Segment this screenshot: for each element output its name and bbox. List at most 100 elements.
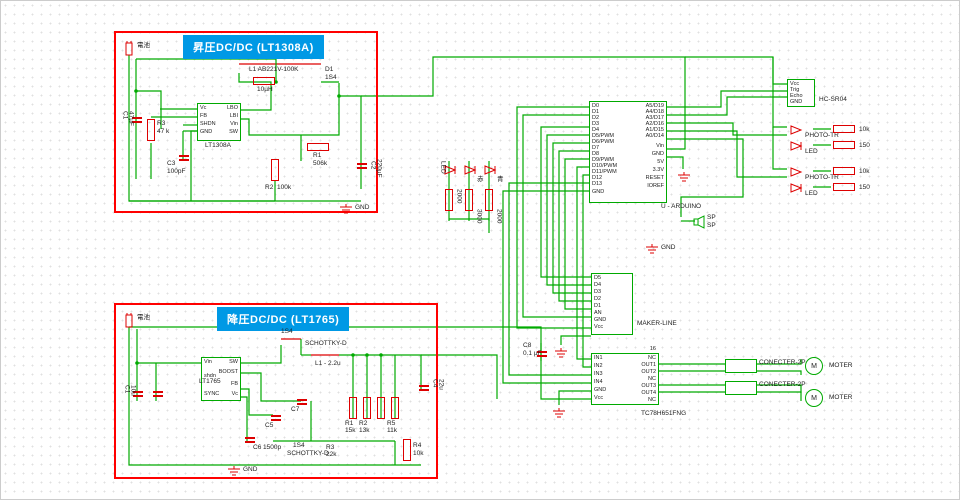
c7-ref: C7 (291, 407, 299, 414)
sp-label: SP (707, 215, 716, 222)
photo1: PHOTO-TR (805, 133, 839, 140)
c3-val: 100pF (167, 169, 185, 176)
connector-2 (725, 381, 757, 395)
r5 (391, 397, 399, 419)
gnd: GND (355, 205, 369, 212)
pled2: LED (805, 191, 818, 198)
l1-ref: L1 AB221V-100K (249, 67, 299, 74)
c2b-val: 220µF (375, 159, 382, 178)
gnd-icon (645, 241, 659, 251)
maker-line-chip: D5 D4 D3 D2 D1 AN GND Vcc (591, 273, 633, 335)
c5-ref: C5 (265, 423, 273, 430)
pin: SW (229, 360, 238, 366)
pin: SHDN (200, 122, 216, 128)
led-icon (483, 163, 497, 175)
led-icon (789, 165, 803, 177)
d3-buck-ref: 1S4 (293, 443, 305, 450)
pin: LBI (230, 114, 238, 120)
motor1: MOTER (829, 363, 852, 370)
speaker-icon (693, 215, 705, 229)
c6-ref: C6 (253, 445, 261, 452)
r3-val: 47 k (157, 129, 169, 136)
ledr3 (485, 189, 493, 211)
hcsr04-name: HC-SR04 (819, 97, 847, 104)
d2-buck: SCHOTTKY-D (305, 341, 347, 348)
c8-ref: C8 (523, 343, 531, 350)
pr4 (833, 183, 855, 191)
d3-buck-val: SCHOTTKY-D (287, 451, 329, 458)
motor2: MOTER (829, 395, 852, 402)
r2b-ref: R2 (265, 185, 273, 192)
arduino-chip: D0 D1 D2 D3 D4 D5/PWM D6/PWM D7 D8 D9/PW… (589, 101, 667, 203)
battery-icon (123, 41, 135, 57)
pin: FB (200, 114, 207, 120)
motor-icon: M (805, 389, 823, 407)
gnd-icon (677, 169, 691, 179)
connector-1 (725, 359, 757, 373)
pin: Vin (204, 360, 212, 366)
d1-ref: D1 (325, 67, 333, 74)
r1-boost (307, 143, 329, 151)
c4-buck (419, 381, 429, 395)
c1bk-val: 10u (129, 385, 136, 396)
battery-icon (123, 313, 135, 329)
r2-buck (363, 397, 371, 419)
r3-ref: R3 (157, 121, 165, 128)
r3bkv: 22k (326, 452, 336, 459)
c8-val: 0.1 µF (523, 351, 542, 358)
motor-driver-chip: IN1 IN2 IN3 IN4 GND Vcc 16 NC OUT1 OUT2 … (591, 353, 659, 405)
boost-title: 昇圧DC/DC (LT1308A) (183, 35, 324, 59)
pr1v: 10k (859, 127, 869, 134)
conn2: CONECTER-2P (759, 382, 806, 389)
c3bk-val: 1500p (263, 445, 281, 452)
maker-line-name: MAKER-LINE (637, 321, 677, 328)
pin: SW (229, 130, 238, 136)
r1-buck (349, 397, 357, 419)
l1 (253, 77, 275, 85)
schematic-canvas: 昇圧DC/DC (LT1308A) 電池 Vc FB SHDN GND LBO … (0, 0, 960, 500)
led-icon (463, 163, 477, 175)
gnd-icon (552, 405, 566, 415)
driver-name: TC78H651FNG (641, 411, 686, 418)
pr3 (833, 167, 855, 175)
led1-color: 赤 (477, 177, 484, 184)
led1: LED (439, 161, 446, 174)
gnd: GND (661, 245, 675, 252)
conn1: CONECTER-2P (759, 360, 806, 367)
r2b-val: 100k (277, 185, 291, 192)
gnd: GND (243, 467, 257, 474)
led-icon (789, 181, 803, 193)
arduino-name: U - ARDUINO (661, 204, 701, 211)
battery2-label: 電池 (137, 315, 150, 322)
pin: FB (231, 382, 238, 388)
r1b-val: 506k (313, 161, 327, 168)
pr3v: 10k (859, 169, 869, 176)
ledr1 (445, 189, 453, 211)
r1b-ref: R1 (313, 153, 321, 160)
ledr2 (465, 189, 473, 211)
motor-icon: M (805, 357, 823, 375)
led2-color: 青 (497, 177, 504, 184)
pr4v: 150 (859, 185, 870, 192)
gnd-icon (227, 463, 241, 473)
l1-buck: L1 - 2.2u (315, 361, 341, 368)
photo2: PHOTO-TR (805, 175, 839, 182)
r4bk-ref: R4 (413, 443, 421, 450)
pled1: LED (805, 149, 818, 156)
c2-boost (357, 159, 367, 173)
c4bk-val: 22u (437, 379, 444, 390)
pr1 (833, 125, 855, 133)
pin: GND (200, 130, 212, 136)
c3 (179, 151, 189, 165)
l1-val: 10µH (257, 87, 273, 94)
c2-buck (153, 387, 163, 401)
lt1308a-name: LT1308A (205, 143, 231, 150)
sp-label: SP (707, 223, 716, 230)
pr2 (833, 141, 855, 149)
led-icon (789, 139, 803, 151)
pin: BOOST (219, 370, 238, 376)
lt1308a-chip: Vc FB SHDN GND LBO LBI Vin SW (197, 103, 241, 141)
hcsr04-chip: Vcc Trig Echo GND (787, 79, 815, 107)
ledr3v: 2000 (495, 209, 502, 223)
gnd-icon (339, 201, 353, 211)
